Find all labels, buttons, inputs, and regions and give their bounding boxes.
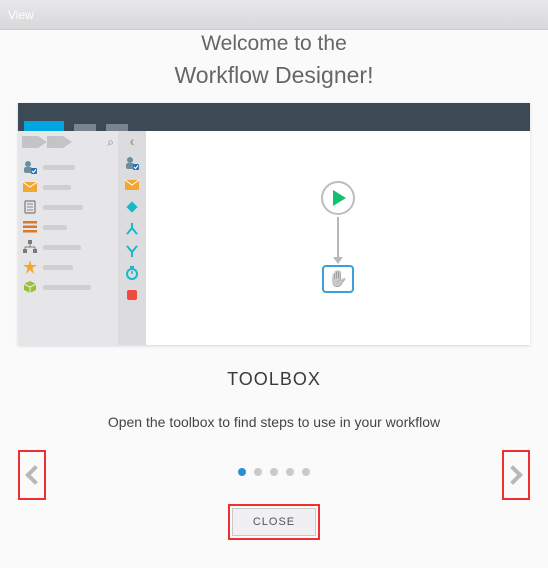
pagination-dot[interactable] [286, 468, 294, 476]
sidebar-item [21, 197, 115, 217]
welcome-line1: Welcome to the [0, 32, 548, 56]
pagination-dot[interactable] [302, 468, 310, 476]
clipboard-icon [23, 200, 37, 214]
play-icon [333, 190, 346, 206]
search-icon: ⌕ [107, 135, 114, 150]
preview-toolbox-strip: ‹ [118, 131, 146, 345]
stop-icon [124, 287, 140, 303]
preview-active-tab [24, 121, 64, 131]
sidebar-item [21, 237, 115, 257]
person-check-icon [23, 160, 37, 174]
section-description: Open the toolbox to find steps to use in… [0, 414, 548, 430]
section-title: TOOLBOX [0, 369, 548, 390]
pagination-dots [0, 468, 548, 476]
sidebar-item [21, 217, 115, 237]
sidebar-item [21, 277, 115, 297]
chevron-left-icon [25, 465, 45, 485]
envelope-icon [23, 180, 37, 194]
sidebar-item [21, 257, 115, 277]
welcome-line2: Workflow Designer! [0, 62, 548, 89]
sidebar-item [21, 177, 115, 197]
next-button[interactable] [502, 450, 530, 500]
pagination-dot[interactable] [270, 468, 278, 476]
org-icon [23, 240, 37, 254]
sidebar-item [21, 157, 115, 177]
bars-icon [23, 220, 37, 234]
branch-icon [124, 221, 140, 237]
prev-button[interactable] [18, 450, 46, 500]
preview-sidebar: ⌕ [18, 131, 118, 345]
merge-icon [124, 243, 140, 259]
pagination-dot[interactable] [238, 468, 246, 476]
pointer-hand-icon: ✋ [328, 269, 348, 289]
timer-icon [124, 265, 140, 281]
preview-tab [74, 124, 96, 131]
preview-search-bar: ⌕ [18, 131, 118, 153]
top-menubar: View [0, 0, 548, 30]
chevron-left-icon: ‹ [130, 133, 135, 149]
view-menu[interactable]: View [8, 8, 34, 22]
start-node [321, 181, 355, 215]
preview-tab [106, 124, 128, 131]
pagination-dot[interactable] [254, 468, 262, 476]
chevron-right-icon [503, 465, 523, 485]
welcome-heading: Welcome to the Workflow Designer! [0, 32, 548, 89]
preview-canvas: ✋ [146, 131, 530, 345]
diamond-icon [124, 199, 140, 215]
tutorial-preview-image: ⌕ ‹ ✋ [18, 103, 530, 345]
preview-header [18, 103, 530, 131]
drop-target: ✋ [322, 265, 354, 293]
person-check-icon [124, 155, 140, 171]
cube-icon [23, 280, 37, 294]
star-icon [23, 260, 37, 274]
close-button[interactable]: CLOSE [232, 508, 316, 536]
envelope-icon [124, 177, 140, 193]
